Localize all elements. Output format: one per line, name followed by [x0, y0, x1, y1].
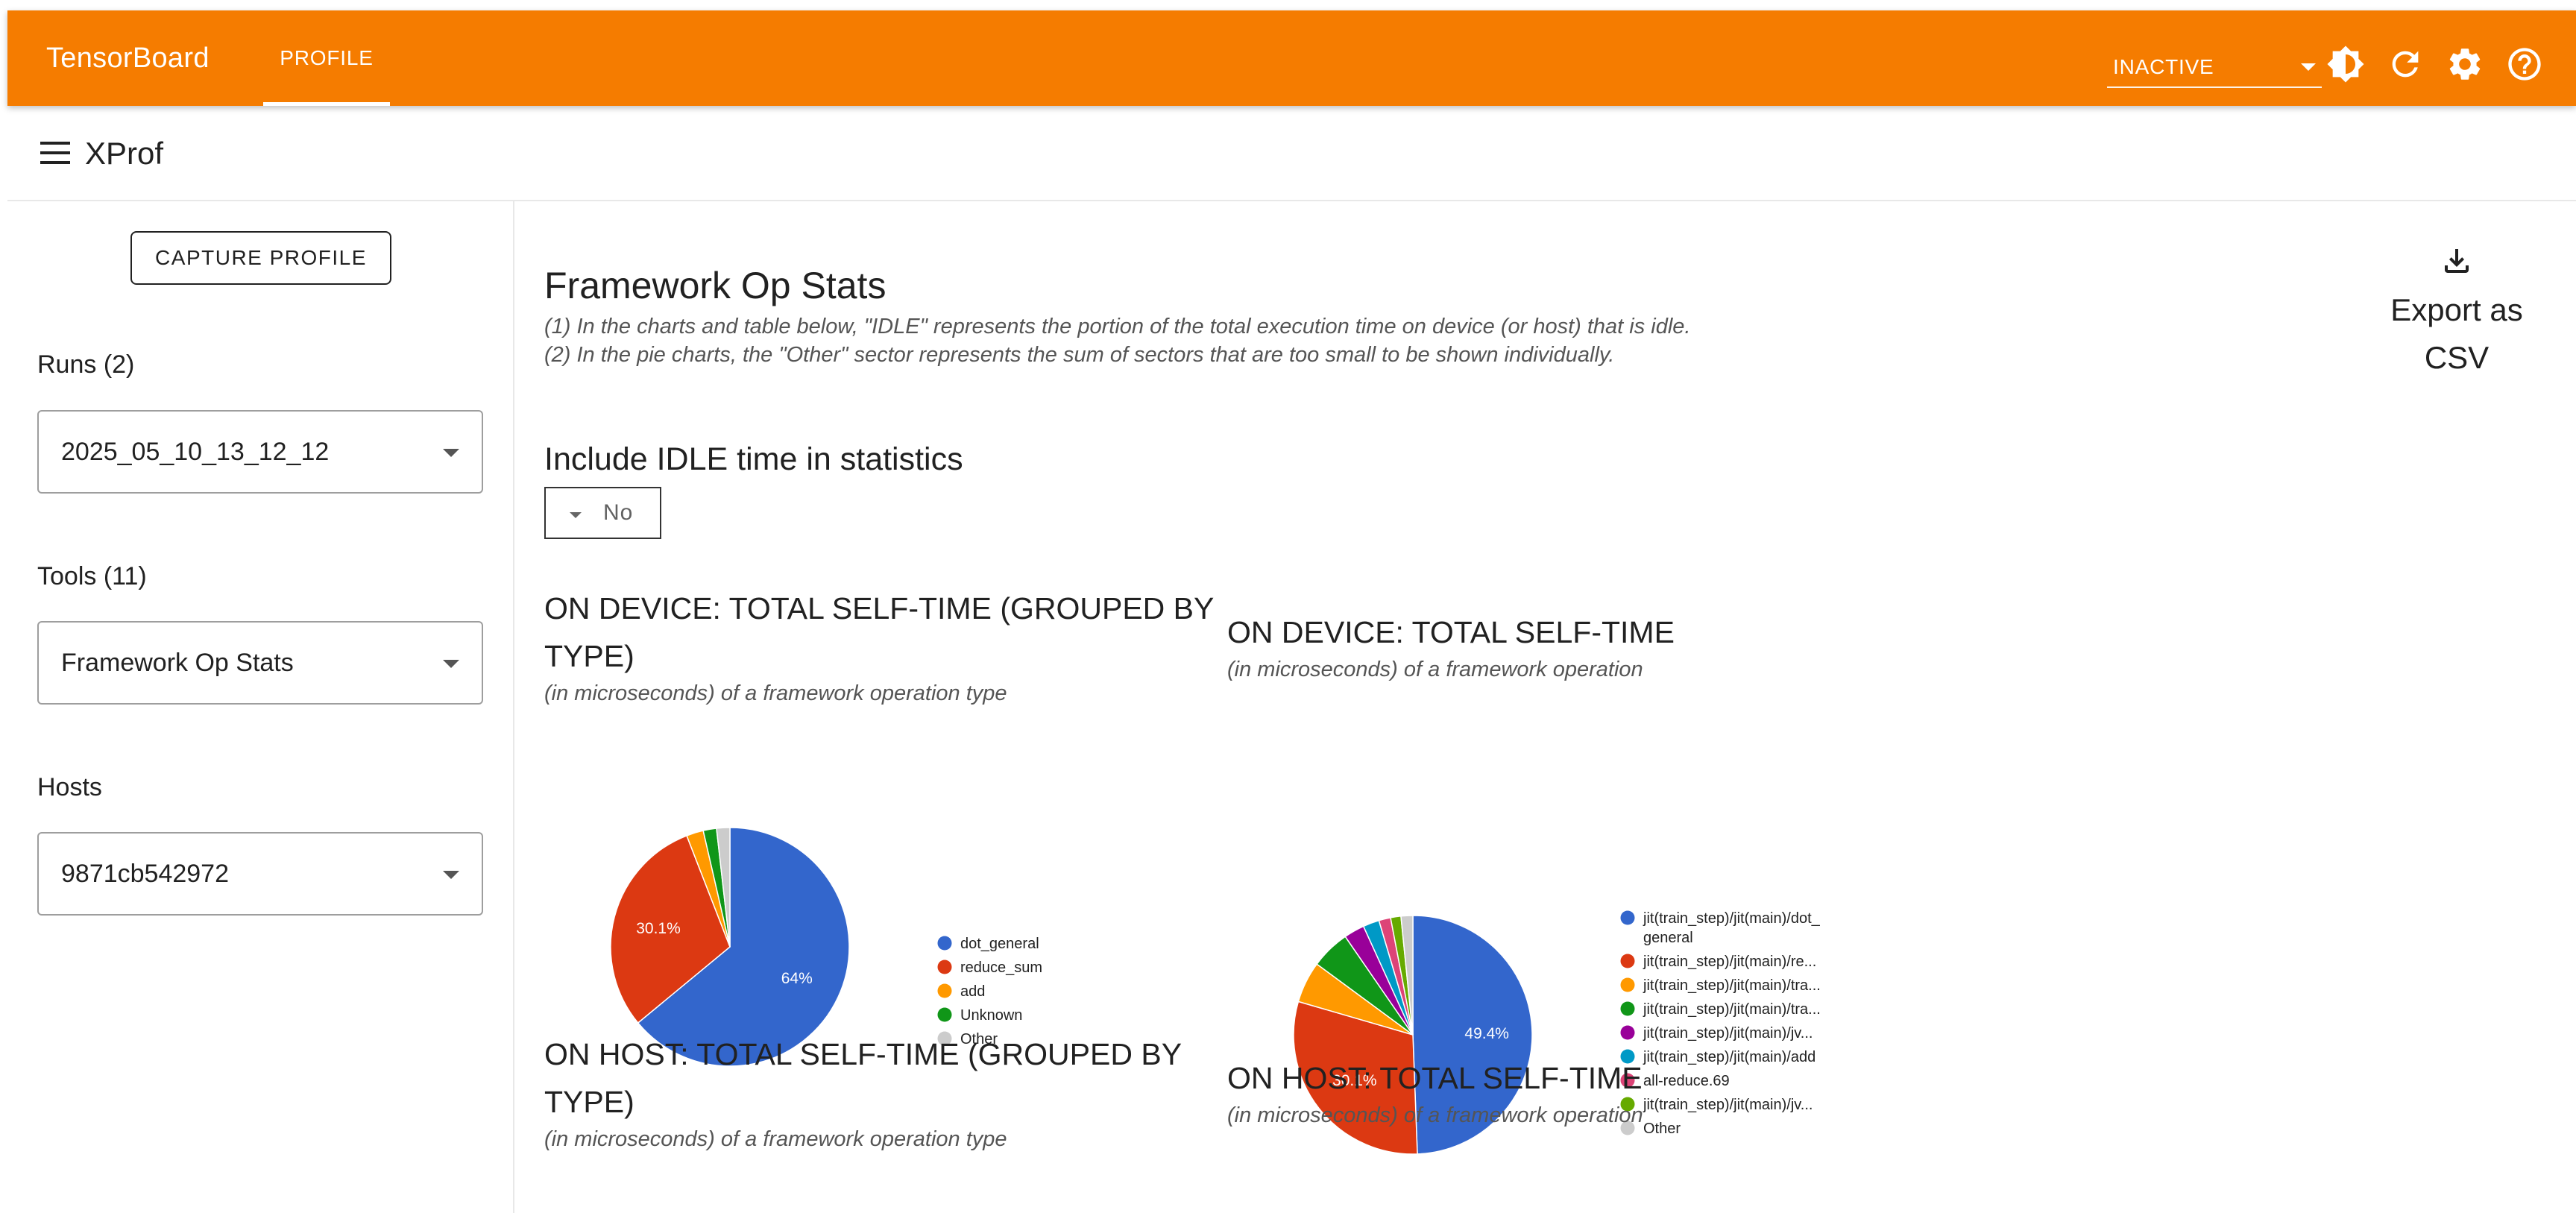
brand-title: TensorBoard: [46, 42, 210, 74]
legend-label: jit(train_step)/jit(main)/re...: [1643, 954, 1816, 970]
pie-slice-value-label: 49.4%: [1464, 1025, 1509, 1042]
legend-label: jit(train_step)/jit(main)/tra...: [1643, 1001, 1821, 1018]
device-op-chart-subtitle: (in microseconds) of a framework operati…: [1227, 658, 1643, 681]
page-title: Framework Op Stats: [544, 265, 887, 306]
legend-swatch: [1620, 1001, 1635, 1016]
legend-label: jit(train_step)/jit(main)/dot_: [1643, 910, 1821, 927]
host-op-chart-subtitle: (in microseconds) of a framework operati…: [1227, 1103, 1643, 1127]
legend-item-jit-train-step-jit-main-re[interactable]: jit(train_step)/jit(main)/re...: [1620, 954, 1817, 970]
hosts-select-value: 9871cb542972: [61, 860, 230, 888]
legend-item-jit-train-step-jit-main-jv[interactable]: jit(train_step)/jit(main)/jv...: [1620, 1097, 1813, 1113]
runs-label: Runs (2): [37, 350, 135, 379]
legend-item-jit-train-step-jit-main-tra[interactable]: jit(train_step)/jit(main)/tra...: [1620, 977, 1821, 994]
idle-option-title: Include IDLE time in statistics: [544, 441, 963, 477]
legend-item-jit-train-step-jit-main-dot-general[interactable]: jit(train_step)/jit(main)/dot_general: [1620, 910, 1821, 946]
legend-label: Unknown: [960, 1007, 1022, 1024]
run-status-select[interactable]: INACTIVE: [2107, 28, 2322, 88]
legend-label: dot_general: [960, 936, 1039, 952]
host-type-chart-title: ON HOST: TOTAL SELF-TIME (GROUPED BY TYP…: [544, 1030, 1182, 1126]
device-op-chart-title: ON DEVICE: TOTAL SELF-TIME: [1227, 615, 1675, 649]
host-type-title-line2: TYPE): [544, 1085, 634, 1119]
export-csv-button[interactable]: Export as CSV: [2367, 243, 2546, 382]
legend-item-unknown[interactable]: Unknown: [937, 1007, 1023, 1024]
host-type-title-line1: ON HOST: TOTAL SELF-TIME (GROUPED BY: [544, 1037, 1182, 1071]
chevron-down-icon: [443, 449, 459, 457]
export-label-line2: CSV: [2424, 340, 2490, 375]
legend-label: jit(train_step)/jit(main)/jv...: [1643, 1097, 1813, 1113]
download-icon: [2445, 249, 2469, 273]
device-type-title-line2: TYPE): [544, 639, 634, 673]
help-icon[interactable]: [2505, 45, 2544, 84]
refresh-icon[interactable]: [2386, 45, 2425, 84]
chevron-down-icon: [443, 871, 459, 879]
host-type-chart-subtitle: (in microseconds) of a framework operati…: [544, 1127, 1007, 1151]
device-type-chart-title: ON DEVICE: TOTAL SELF-TIME (GROUPED BY T…: [544, 585, 1214, 680]
pie-slice-value-label: 30.1%: [636, 920, 681, 937]
legend-label: jit(train_step)/jit(main)/jv...: [1643, 1025, 1813, 1042]
legend-swatch: [937, 1007, 952, 1022]
xprof-title: XProf: [85, 136, 164, 171]
hosts-select[interactable]: 9871cb542972: [37, 832, 483, 916]
legend-label: reduce_sum: [960, 960, 1042, 976]
idle-select[interactable]: No: [544, 487, 661, 539]
legend-item-dot-general[interactable]: dot_general: [937, 936, 1039, 952]
legend-item-jit-train-step-jit-main-tra[interactable]: jit(train_step)/jit(main)/tra...: [1620, 1001, 1821, 1018]
brightness-icon[interactable]: [2326, 45, 2365, 84]
host-op-chart-title: ON HOST: TOTAL SELF-TIME: [1227, 1061, 1643, 1095]
legend-item-jit-train-step-jit-main-jv[interactable]: jit(train_step)/jit(main)/jv...: [1620, 1025, 1813, 1042]
chevron-down-icon: [443, 660, 459, 668]
legend-item-jit-train-step-jit-main-add[interactable]: jit(train_step)/jit(main)/add: [1620, 1049, 1816, 1065]
runs-select-value: 2025_05_10_13_12_12: [61, 438, 330, 466]
legend-item-add[interactable]: add: [937, 983, 986, 1000]
device-type-chart-subtitle: (in microseconds) of a framework operati…: [544, 681, 1007, 705]
export-label-line1: Export as: [2390, 292, 2523, 327]
tab-profile[interactable]: PROFILE: [263, 10, 390, 106]
run-status-value: INACTIVE: [2113, 55, 2214, 78]
other-sector-note: (2) In the pie charts, the "Other" secto…: [544, 343, 1615, 367]
tools-select-value: Framework Op Stats: [61, 649, 294, 677]
legend-swatch: [937, 960, 952, 974]
legend-swatch: [1620, 954, 1635, 968]
legend-item-reduce-sum[interactable]: reduce_sum: [937, 960, 1043, 976]
legend-label: jit(train_step)/jit(main)/tra...: [1643, 977, 1821, 994]
tab-profile-label: PROFILE: [280, 46, 374, 69]
legend-swatch: [937, 983, 952, 998]
xprof-toolbar: XProf: [7, 106, 2576, 201]
legend-swatch: [1620, 977, 1635, 992]
device-type-title-line1: ON DEVICE: TOTAL SELF-TIME (GROUPED BY: [544, 591, 1215, 626]
menu-icon[interactable]: [39, 139, 75, 168]
legend-swatch: [1620, 1025, 1635, 1040]
legend-swatch: [937, 936, 952, 951]
legend-label: add: [960, 983, 985, 1000]
idle-select-value: No: [603, 500, 634, 525]
chevron-down-icon: [570, 512, 582, 518]
pie-slice-value-label: 64%: [781, 970, 813, 987]
runs-select[interactable]: 2025_05_10_13_12_12: [37, 410, 483, 494]
legend-label: Other: [1643, 1121, 1681, 1137]
main-content: Framework Op Stats (1) In the charts and…: [514, 201, 2576, 1213]
capture-profile-button[interactable]: CAPTURE PROFILE: [130, 231, 391, 285]
tools-label: Tools (11): [37, 562, 147, 590]
idle-note: (1) In the charts and table below, "IDLE…: [544, 315, 1691, 338]
tools-select[interactable]: Framework Op Stats: [37, 621, 483, 705]
hosts-label: Hosts: [37, 773, 102, 801]
settings-icon[interactable]: [2446, 45, 2484, 84]
top-app-bar: TensorBoard PROFILE INACTIVE: [7, 10, 2576, 106]
legend-label: jit(train_step)/jit(main)/add: [1643, 1049, 1816, 1065]
legend-label-line2: general: [1643, 930, 1693, 946]
legend-label: all-reduce.69: [1643, 1073, 1730, 1089]
page: TensorBoard PROFILE INACTIVE XProf CAPTU…: [0, 0, 2576, 1213]
legend-swatch: [1620, 910, 1635, 925]
sidebar: CAPTURE PROFILE Runs (2) 2025_05_10_13_1…: [7, 201, 514, 1213]
chevron-down-icon: [2301, 63, 2316, 71]
